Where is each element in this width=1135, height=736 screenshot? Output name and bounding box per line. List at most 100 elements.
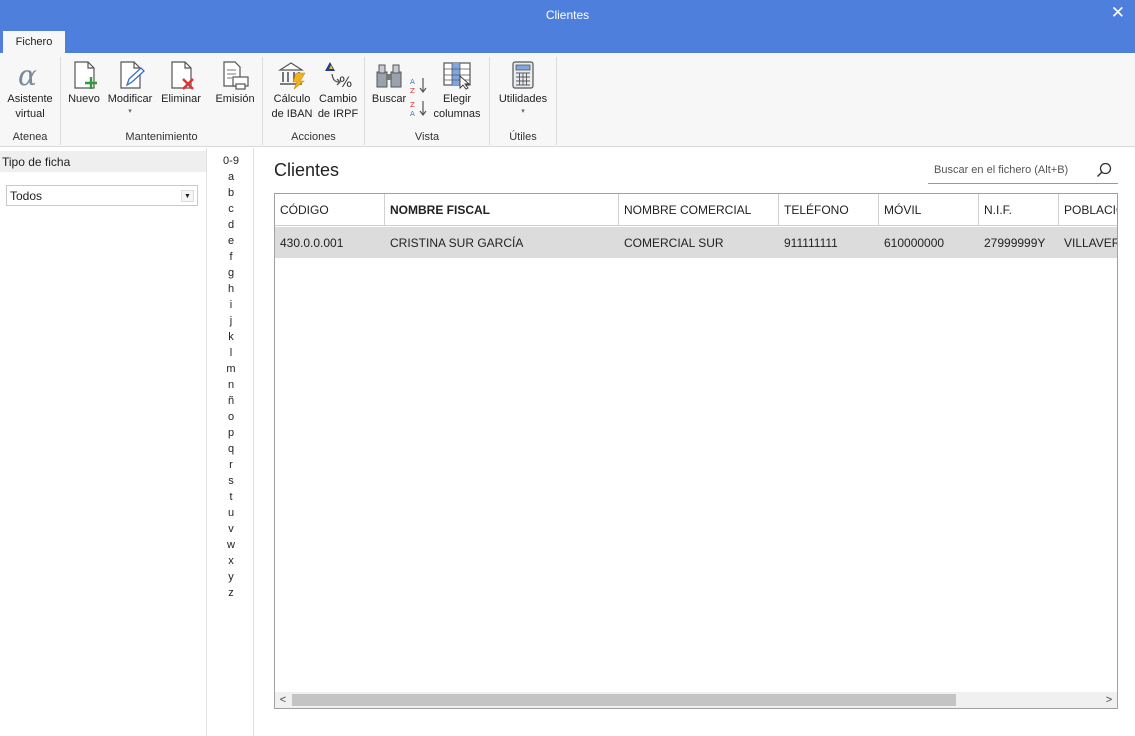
new-document-icon <box>74 61 97 89</box>
alphabet-letter[interactable]: u <box>208 507 254 519</box>
alphabet-letter[interactable]: z <box>208 587 254 599</box>
search-field[interactable]: Buscar en el fichero (Alt+B) <box>928 158 1118 184</box>
tipo-de-ficha-select[interactable]: Todos ▼ <box>6 185 198 206</box>
cambio-irpf-label: Cambio de IRPF <box>317 93 359 120</box>
alphabet-letter[interactable]: h <box>208 283 254 295</box>
title-bar: Clientes ✕ <box>0 0 1135 30</box>
alphabet-letter[interactable]: a <box>208 171 254 183</box>
modificar-label: Modificar <box>107 93 153 105</box>
horizontal-scrollbar[interactable]: < > <box>275 692 1117 708</box>
utilidades-label: Utilidades <box>498 93 548 105</box>
calculo-iban-button[interactable]: Cálculo de IBAN <box>268 60 316 122</box>
column-header[interactable]: POBLACIÓN <box>1059 194 1117 226</box>
table-cell: CRISTINA SUR GARCÍA <box>390 236 524 250</box>
group-label-mantenimiento: Mantenimiento <box>125 131 198 143</box>
alphabet-letter[interactable]: 0-9 <box>208 155 254 167</box>
columns-icon <box>443 62 471 90</box>
table-row[interactable]: 430.0.0.001 CRISTINA SUR GARCÍA COMERCIAL … <box>275 227 1117 258</box>
asistente-virtual-button[interactable]: α Asistente virtual <box>2 60 58 122</box>
table-cell: 610000000 <box>884 236 945 250</box>
buscar-button[interactable]: Buscar <box>369 60 409 107</box>
alphabet-letter[interactable]: t <box>208 491 254 503</box>
column-header[interactable]: MÓVIL <box>879 194 979 226</box>
alphabet-letter[interactable]: s <box>208 475 254 487</box>
sort-ascending-icon[interactable]: A Z <box>410 76 428 94</box>
group-label-atenea: Atenea <box>12 131 48 143</box>
alphabet-letter[interactable]: w <box>208 539 254 551</box>
nuevo-label: Nuevo <box>68 93 100 105</box>
alphabet-letter[interactable]: y <box>208 571 254 583</box>
table-cell: 911111111 <box>784 236 838 250</box>
svg-text:Z: Z <box>410 87 415 94</box>
alphabet-letter[interactable]: k <box>208 331 254 343</box>
alphabet-letter[interactable]: i <box>208 299 254 311</box>
utilidades-button[interactable]: Utilidades ▾ <box>494 60 552 116</box>
tab-fichero[interactable]: Fichero <box>3 31 65 53</box>
elegir-columnas-label: Elegir columnas <box>433 93 481 120</box>
alphabet-letter[interactable]: j <box>208 315 254 327</box>
ribbon-tab-row: Fichero <box>0 30 1135 53</box>
alphabet-letter[interactable]: p <box>208 427 254 439</box>
calculator-icon <box>512 61 534 89</box>
group-label-vista: Vista <box>414 131 440 143</box>
emision-button[interactable]: Emisión <box>213 60 257 107</box>
scroll-left-icon[interactable]: < <box>275 692 291 708</box>
scrollbar-thumb[interactable] <box>292 694 956 706</box>
bank-icon <box>277 62 306 90</box>
group-acciones: Cálculo de IBAN % Cambio de IRPF Accione… <box>263 57 365 145</box>
alphabet-index: 0-9 a b c d e f g h i j k l m n ñ o p q r s t u v w x y z <box>208 148 254 736</box>
nuevo-button[interactable]: Nuevo <box>65 60 103 107</box>
table-cell: 27999999Y <box>984 236 1046 250</box>
alphabet-letter[interactable]: m <box>208 363 254 375</box>
alphabet-letter[interactable]: r <box>208 459 254 471</box>
modificar-button[interactable]: Modificar ▾ <box>104 60 156 116</box>
alphabet-letter[interactable]: b <box>208 187 254 199</box>
chevron-down-icon[interactable]: ▼ <box>181 190 194 202</box>
column-header[interactable]: NOMBRE FISCAL <box>385 194 619 226</box>
delete-document-icon <box>171 61 194 90</box>
alphabet-letter[interactable]: c <box>208 203 254 215</box>
alphabet-letter[interactable]: d <box>208 219 254 231</box>
alphabet-letter[interactable]: e <box>208 235 254 247</box>
ribbon: α Asistente virtual Atenea Nuevo Modific… <box>0 53 1135 147</box>
filter-panel: Tipo de ficha Todos ▼ <box>0 148 207 736</box>
column-header[interactable]: CÓDIGO <box>275 194 385 226</box>
cambio-irpf-button[interactable]: % Cambio de IRPF <box>316 60 360 122</box>
buscar-label: Buscar <box>371 93 407 105</box>
clients-table: CÓDIGO NOMBRE FISCAL NOMBRE COMERCIAL TELÉF… <box>274 193 1118 709</box>
table-cell: COMERCIAL SUR <box>624 236 724 250</box>
group-mantenimiento: Nuevo Modificar ▾ Eliminar Emisión Mante… <box>61 57 263 145</box>
scroll-right-icon[interactable]: > <box>1101 692 1117 708</box>
svg-text:α: α <box>18 60 37 90</box>
asistente-virtual-label: Asistente virtual <box>7 93 53 120</box>
alphabet-letter[interactable]: g <box>208 267 254 279</box>
alphabet-letter[interactable]: ñ <box>208 395 254 407</box>
alphabet-letter[interactable]: n <box>208 379 254 391</box>
alphabet-letter[interactable]: o <box>208 411 254 423</box>
modificar-dropdown-icon: ▾ <box>128 108 132 115</box>
group-utiles: Utilidades ▾ Útiles <box>490 57 557 145</box>
column-header[interactable]: N.I.F. <box>979 194 1059 226</box>
alphabet-letter[interactable]: v <box>208 523 254 535</box>
search-icon[interactable] <box>1096 162 1112 178</box>
alphabet-letter[interactable]: f <box>208 251 254 263</box>
search-input[interactable]: Buscar en el fichero (Alt+B) <box>934 164 1068 176</box>
calculo-iban-label: Cálculo de IBAN <box>271 93 313 120</box>
alphabet-letter[interactable]: x <box>208 555 254 567</box>
table-cell: 430.0.0.001 <box>280 236 344 250</box>
close-icon[interactable]: ✕ <box>1111 3 1125 23</box>
percent-change-icon: % <box>325 62 352 90</box>
group-atenea: α Asistente virtual Atenea <box>0 57 61 145</box>
alphabet-letter[interactable]: l <box>208 347 254 359</box>
emision-label: Emisión <box>215 93 255 105</box>
group-label-acciones: Acciones <box>291 131 336 143</box>
sort-descending-icon[interactable]: Z A <box>410 99 428 117</box>
eliminar-button[interactable]: Eliminar <box>159 60 203 107</box>
svg-text:Z: Z <box>410 101 415 109</box>
tipo-de-ficha-header: Tipo de ficha <box>0 151 206 172</box>
group-vista: Buscar A Z Z A Elegir columnas Vista <box>365 57 490 145</box>
alphabet-letter[interactable]: q <box>208 443 254 455</box>
column-header[interactable]: NOMBRE COMERCIAL <box>619 194 779 226</box>
elegir-columnas-button[interactable]: Elegir columnas <box>431 60 483 122</box>
column-header[interactable]: TELÉFONO <box>779 194 879 226</box>
